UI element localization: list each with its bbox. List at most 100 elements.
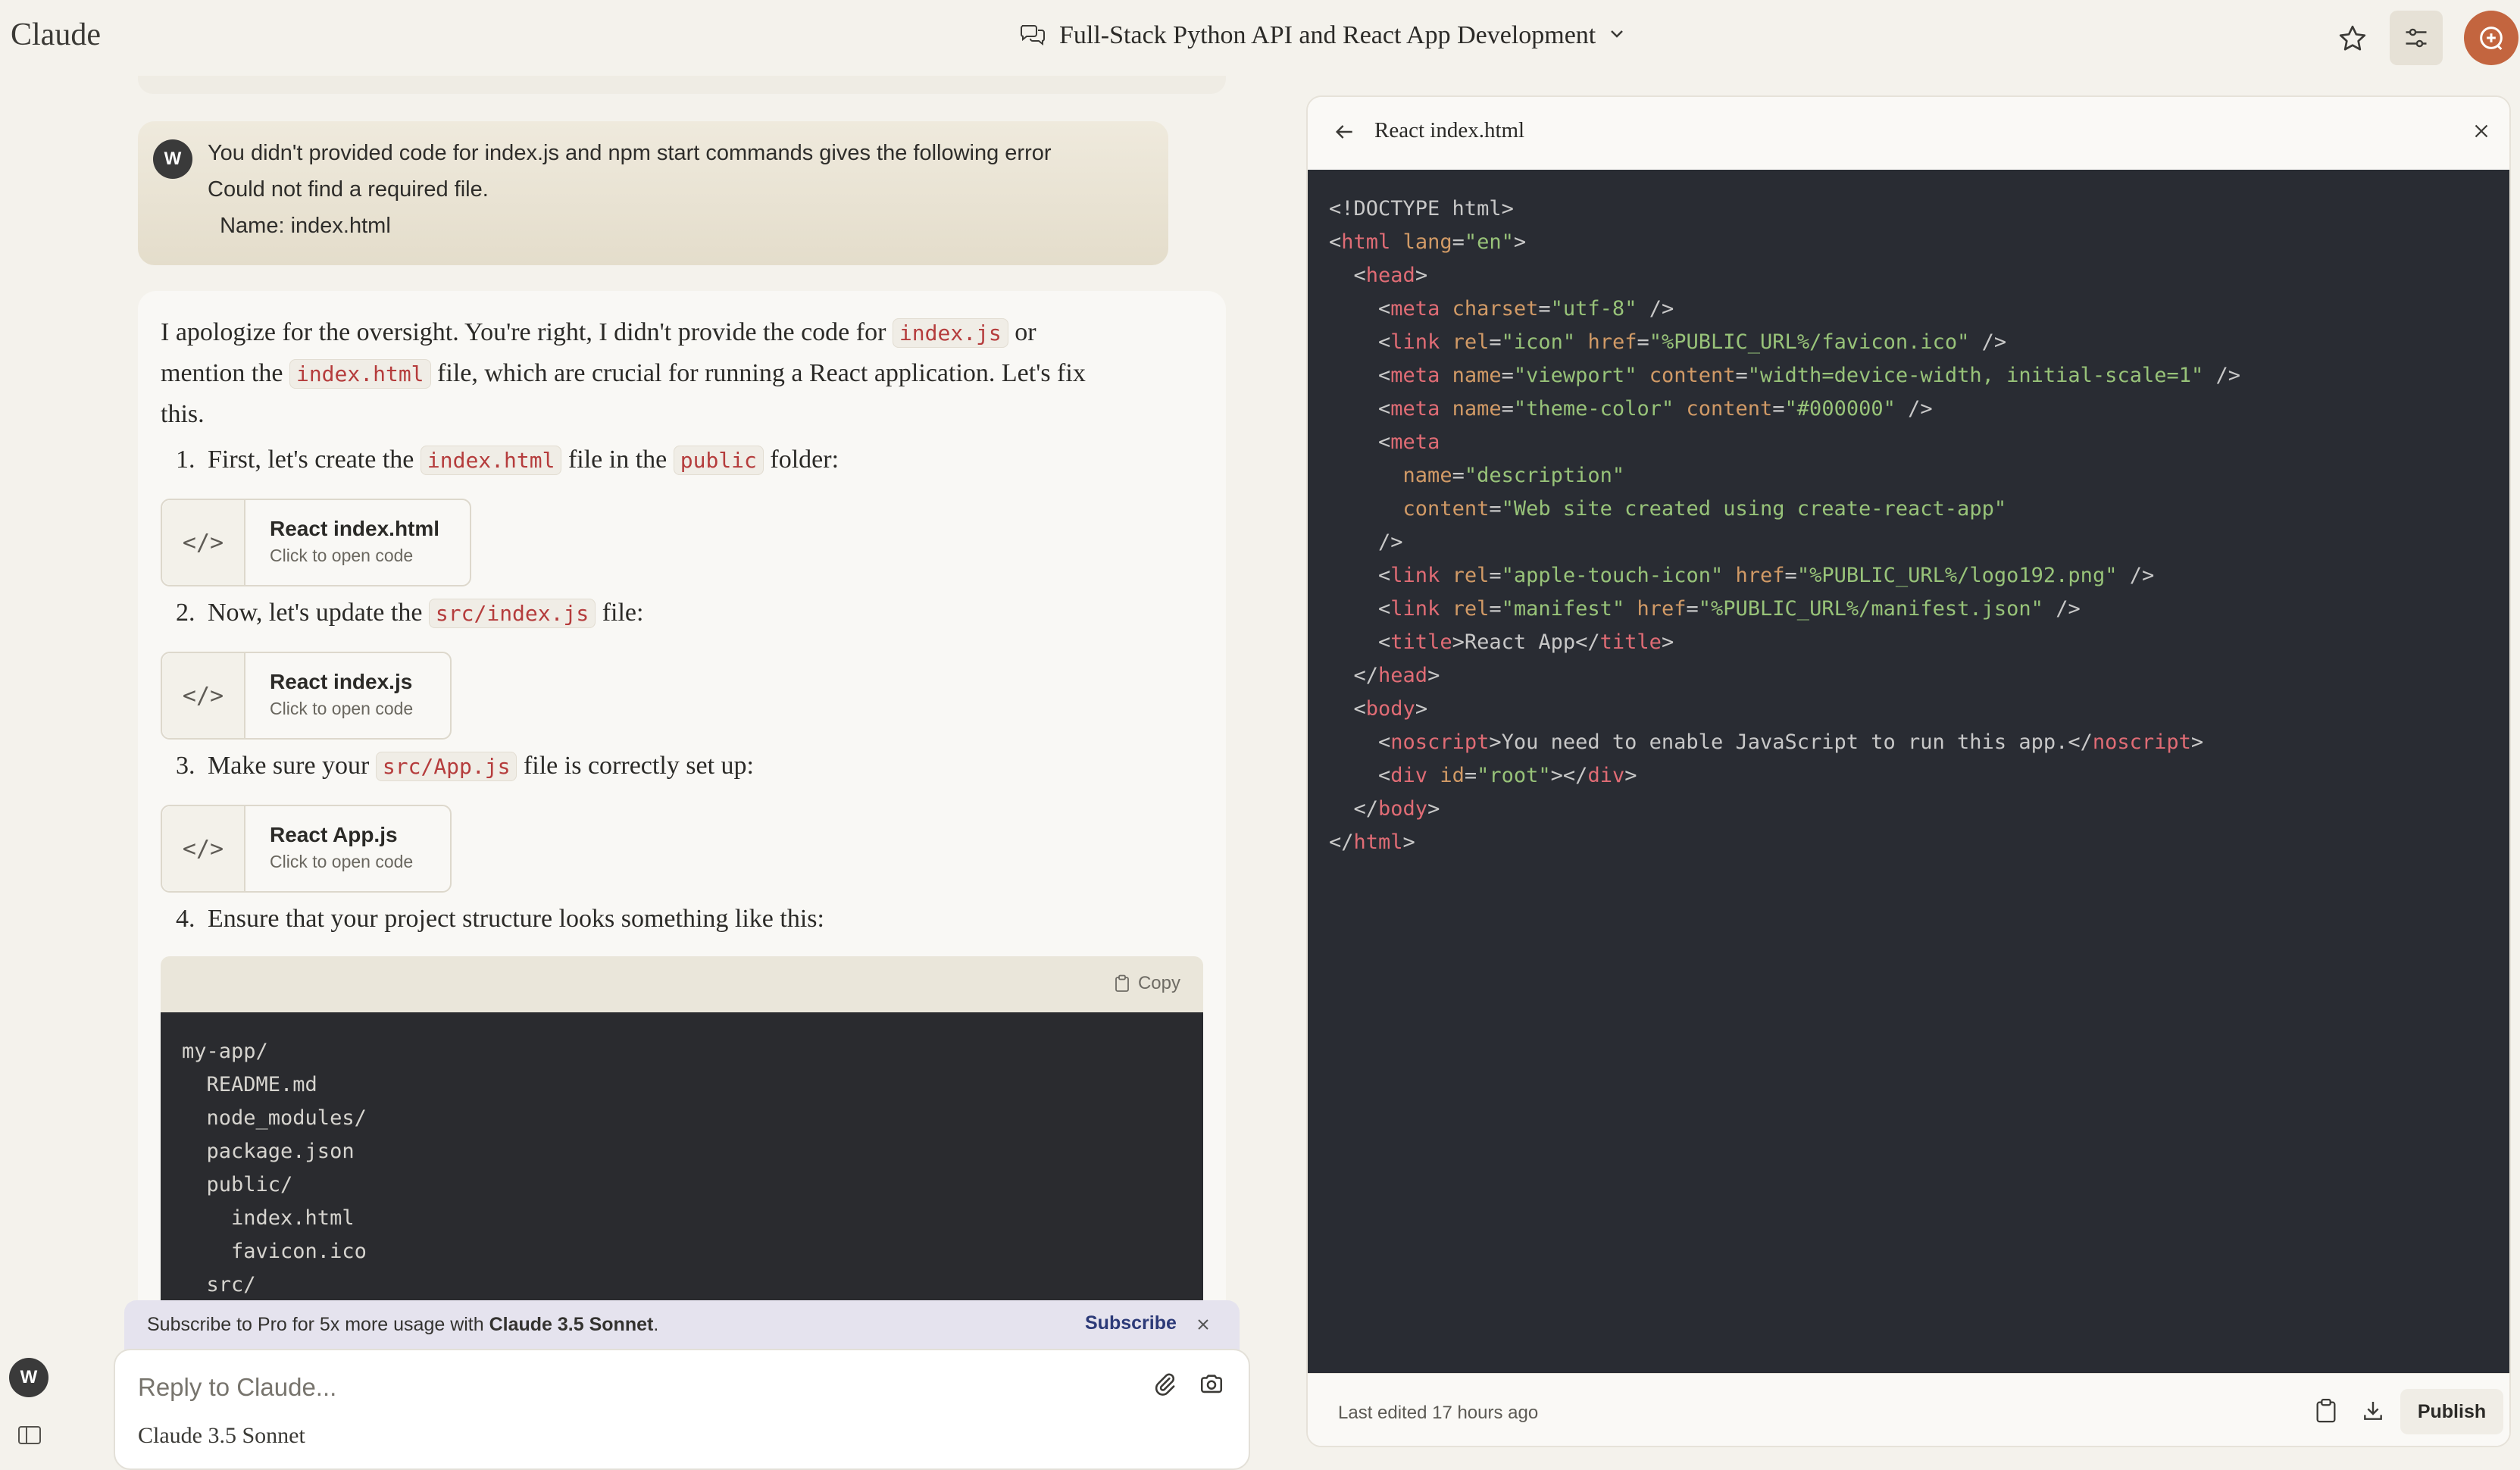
copy-artifact-button[interactable] [2314, 1398, 2338, 1428]
new-chat-button[interactable] [2464, 11, 2518, 65]
code-line: <link rel="icon" href="%PUBLIC_URL%/favi… [1378, 330, 2007, 354]
artifact-title: React index.html [1374, 118, 1525, 142]
inline-code: src/App.js [375, 752, 517, 781]
close-banner-button[interactable] [1196, 1314, 1211, 1337]
user-message: W You didn't provided code for index.js … [138, 121, 1168, 265]
chat-bubbles-icon [1020, 23, 1046, 49]
artifact-card-index-html[interactable]: </> React index.html Click to open code [161, 499, 471, 586]
download-icon [2364, 1402, 2382, 1420]
step-text: folder: [763, 446, 839, 474]
step-4: 4. Ensure that your project structure loo… [176, 905, 824, 934]
publish-button[interactable]: Publish [2400, 1389, 2503, 1434]
top-bar: Claude Full-Stack Python API and React A… [0, 0, 2520, 76]
code-line: <title>React App</title> [1378, 630, 1674, 654]
artifact-subtitle: Click to open code [270, 546, 414, 565]
close-panel-button[interactable] [2470, 120, 2493, 146]
intro-text: I apologize for the oversight. You're ri… [161, 318, 893, 346]
inline-code: index.html [420, 446, 562, 475]
step-text: Now, let's update the [208, 599, 429, 627]
user-message-line: Name: index.html [208, 214, 391, 238]
screenshot-button[interactable] [1199, 1371, 1224, 1401]
back-button[interactable] [1332, 120, 1356, 148]
step-text: file is correctly set up: [517, 752, 754, 780]
banner-message: Subscribe to Pro for 5x more usage with … [147, 1314, 658, 1336]
step-text: Ensure that your project structure looks… [208, 905, 824, 933]
camera-icon [1200, 1375, 1223, 1393]
subscribe-link[interactable]: Subscribe [1085, 1312, 1177, 1334]
step-number: 3. [176, 752, 195, 780]
reply-box[interactable]: Reply to Claude... Claude 3.5 Sonnet [114, 1349, 1250, 1470]
step-text: file: [596, 599, 644, 627]
banner-text: Subscribe to Pro for 5x more usage with [147, 1314, 489, 1335]
inline-code: public [673, 446, 764, 475]
code-line: name="description" [1402, 464, 1625, 487]
step-3: 3. Make sure your src/App.js file is corr… [176, 752, 754, 781]
copy-label: Copy [1137, 973, 1180, 993]
arrow-left-icon [1335, 125, 1352, 139]
assistant-message: I apologize for the oversight. You're ri… [138, 291, 1226, 1458]
artifact-panel-header: React index.html [1308, 97, 2509, 170]
copy-button[interactable]: Copy [1114, 973, 1180, 994]
step-text: file in the [561, 446, 674, 474]
user-message-line: You didn't provided code for index.js an… [208, 141, 1052, 165]
star-button[interactable] [2331, 17, 2375, 61]
code-block-header: Copy [161, 956, 1203, 1012]
artifact-card-index-js[interactable]: </> React index.js Click to open code [161, 652, 452, 740]
code-line: <meta charset="utf-8" /> [1378, 297, 1674, 321]
code-line: <link rel="apple-touch-icon" href="%PUBL… [1378, 564, 2155, 587]
artifact-code: <!DOCTYPE html> <html lang="en"> <head> … [1308, 170, 2509, 1373]
close-icon [1198, 1319, 1208, 1330]
assistant-intro: I apologize for the oversight. You're ri… [161, 312, 1086, 434]
code-line: index.html [182, 1206, 355, 1230]
code-line: my-app/ [182, 1040, 268, 1063]
step-number: 4. [176, 905, 195, 933]
code-line: <head> [1353, 264, 1428, 287]
paperclip-icon [1155, 1373, 1175, 1396]
sidebar-toggle-icon[interactable] [18, 1426, 41, 1444]
download-button[interactable] [2361, 1398, 2385, 1428]
settings-button[interactable] [2390, 11, 2443, 65]
banner-model: Claude 3.5 Sonnet [489, 1314, 654, 1335]
code-line: <noscript>You need to enable JavaScript … [1378, 730, 2204, 754]
artifact-panel-footer: Last edited 17 hours ago Publish [1308, 1373, 2509, 1446]
clipboard-icon [1115, 974, 1129, 992]
artifact-subtitle: Click to open code [270, 699, 414, 718]
code-line: <meta name="theme-color" content="#00000… [1378, 397, 1933, 421]
star-icon [2339, 25, 2366, 51]
conversation-title-button[interactable]: Full-Stack Python API and React App Deve… [1020, 21, 1624, 50]
artifact-title: React App.js [270, 823, 398, 846]
code-line: README.md [182, 1073, 317, 1096]
subscribe-banner: Subscribe to Pro for 5x more usage with … [124, 1300, 1240, 1350]
code-icon: </> [162, 653, 245, 738]
step-1: 1. First, let's create the index.html fil… [176, 446, 839, 475]
conversation-title: Full-Stack Python API and React App Deve… [1059, 21, 1596, 49]
user-message-line: Could not find a required file. [208, 177, 489, 202]
code-icon: </> [162, 806, 245, 891]
clipboard-icon [2316, 1398, 2336, 1423]
artifact-title: React index.js [270, 670, 413, 693]
code-line: <link rel="manifest" href="%PUBLIC_URL%/… [1378, 597, 2081, 621]
inline-code: index.html [289, 359, 431, 389]
code-line: content="Web site created using create-r… [1402, 497, 2007, 521]
claude-logo[interactable]: Claude [11, 17, 101, 53]
new-chat-icon [2480, 27, 2503, 51]
code-line: public/ [182, 1173, 293, 1196]
step-number: 2. [176, 599, 195, 627]
reply-input[interactable]: Reply to Claude... [138, 1373, 336, 1402]
model-selector[interactable]: Claude 3.5 Sonnet [138, 1423, 305, 1449]
account-avatar[interactable]: W [9, 1358, 48, 1397]
intro-text: mention the [161, 359, 289, 387]
step-text: Make sure your [208, 752, 376, 780]
code-line: <body> [1353, 697, 1428, 721]
code-line: <div id="root"></div> [1378, 764, 1637, 787]
step-2: 2. Now, let's update the src/index.js fil… [176, 599, 644, 628]
sliders-icon [2406, 28, 2427, 48]
intro-text: this. [161, 400, 205, 428]
inline-code: index.js [892, 318, 1008, 348]
code-line: </head> [1353, 664, 1440, 687]
code-line: <meta [1378, 430, 1440, 454]
artifact-card-app-js[interactable]: </> React App.js Click to open code [161, 805, 452, 893]
banner-text: . [653, 1314, 659, 1335]
attach-button[interactable] [1152, 1371, 1177, 1401]
artifact-subtitle: Click to open code [270, 852, 414, 871]
